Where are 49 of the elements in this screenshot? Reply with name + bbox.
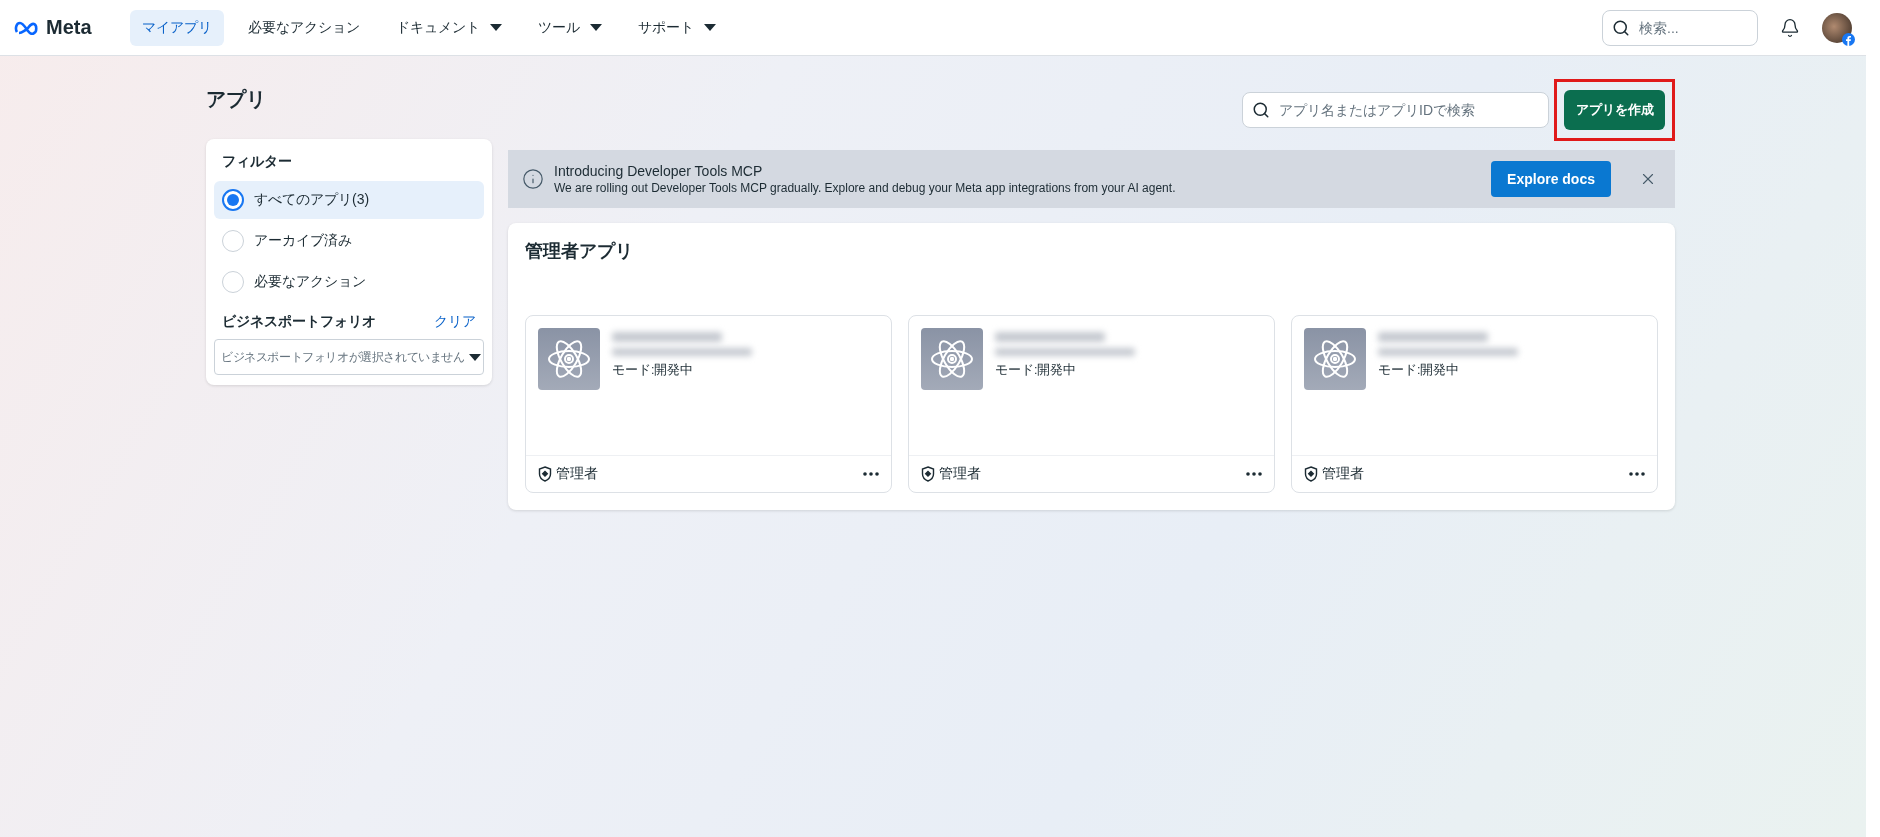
more-icon[interactable] bbox=[1246, 472, 1262, 476]
nav-tab[interactable]: サポート bbox=[625, 9, 728, 46]
app-search-field[interactable]: アプリ名またはアプリIDで検索 bbox=[1242, 92, 1549, 128]
nav-tab[interactable]: マイアプリ bbox=[129, 9, 224, 46]
badge-icon bbox=[1842, 32, 1855, 46]
nav-tab[interactable]: 必要なアクション bbox=[235, 9, 372, 46]
banner-title: Introducing Developer Tools MCP bbox=[554, 163, 764, 179]
atom-icon bbox=[547, 337, 591, 381]
banner-text: We are rolling out Developer Tools MCP gradually. Explore and debug your Meta app integrations from your AI agent. bbox=[554, 181, 1177, 195]
section-title: 管理者アプリ bbox=[525, 240, 634, 263]
app-mode: モード:開発中 bbox=[612, 362, 695, 379]
atom-icon bbox=[930, 337, 974, 381]
shield-icon bbox=[1304, 466, 1318, 482]
create-app-button[interactable]: アプリを作成 bbox=[1564, 90, 1665, 130]
filter-option[interactable]: すべてのアプリ(3) bbox=[214, 181, 484, 219]
filter-title: フィルター bbox=[222, 153, 293, 171]
app-card[interactable]: モード:開発中 管理者 bbox=[525, 315, 892, 493]
filter-option[interactable]: アーカイブ済み bbox=[214, 222, 484, 260]
shield-icon bbox=[538, 466, 552, 482]
nav-tab[interactable]: ツール bbox=[525, 9, 614, 46]
app-card[interactable]: モード:開発中 管理者 bbox=[1291, 315, 1658, 493]
nav-tab[interactable]: ドキュメント bbox=[383, 9, 514, 46]
search-icon bbox=[1252, 101, 1270, 119]
more-icon[interactable] bbox=[1629, 472, 1645, 476]
role-label: 管理者 bbox=[939, 465, 981, 483]
clear-link[interactable]: クリア bbox=[434, 313, 476, 331]
search-field[interactable]: 検索... bbox=[1602, 9, 1758, 46]
app-mode: モード:開発中 bbox=[995, 362, 1078, 379]
filter-option[interactable]: 必要なアクション bbox=[214, 263, 484, 301]
info-icon bbox=[522, 168, 544, 190]
explore-docs-button[interactable]: Explore docs bbox=[1491, 161, 1611, 197]
role-label: 管理者 bbox=[1322, 465, 1364, 483]
app-card[interactable]: モード:開発中 管理者 bbox=[908, 315, 1275, 493]
atom-icon bbox=[1313, 337, 1357, 381]
caret-icon bbox=[589, 24, 602, 31]
logo-text: Meta bbox=[46, 16, 92, 39]
page-title: アプリ bbox=[206, 87, 267, 112]
portfolio-label: ビジネスポートフォリオ bbox=[222, 313, 376, 331]
role-label: 管理者 bbox=[556, 465, 598, 483]
more-icon[interactable] bbox=[863, 472, 879, 476]
portfolio-select[interactable]: ビジネスポートフォリオが選択されていません bbox=[214, 339, 484, 375]
caret-icon bbox=[489, 24, 502, 31]
avatar[interactable] bbox=[1822, 12, 1852, 43]
caret-icon bbox=[468, 353, 481, 361]
caret-icon bbox=[703, 24, 716, 31]
shield-icon bbox=[921, 466, 935, 482]
app-mode: モード:開発中 bbox=[1378, 362, 1461, 379]
bell-icon[interactable] bbox=[1780, 17, 1800, 38]
search-icon bbox=[1612, 18, 1630, 37]
